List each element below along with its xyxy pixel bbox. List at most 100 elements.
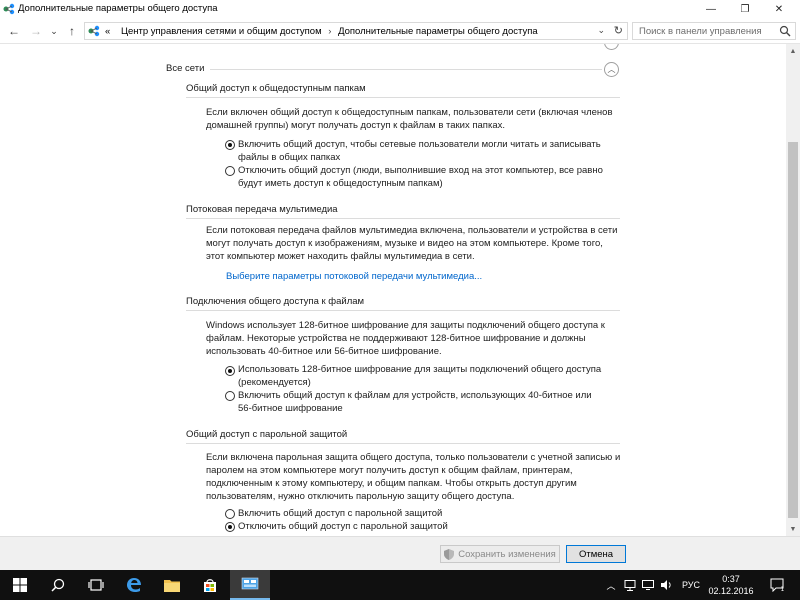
search-button[interactable] bbox=[38, 570, 78, 600]
scroll-down-icon[interactable]: ▼ bbox=[786, 522, 800, 536]
taskbar-store[interactable] bbox=[190, 570, 230, 600]
breadcrumb-item-advanced-sharing[interactable]: Дополнительные параметры общего доступа bbox=[338, 26, 538, 37]
public-folders-disable-label[interactable]: Отключить общий доступ (люди, выполнивши… bbox=[238, 164, 603, 190]
windows-logo-icon bbox=[13, 578, 27, 592]
title-bar: Дополнительные параметры общего доступа … bbox=[0, 0, 800, 18]
chevron-up-icon: ︿ bbox=[606, 580, 616, 591]
search-icon bbox=[51, 578, 65, 592]
address-dropdown-icon[interactable]: ⌄ bbox=[597, 25, 605, 36]
network-icon bbox=[624, 579, 636, 591]
clock-time: 0:37 bbox=[722, 574, 740, 584]
cancel-label: Отмена bbox=[578, 548, 614, 560]
settings-content: Все сети ︿ Общий доступ к общедоступным … bbox=[0, 44, 786, 536]
task-view-icon bbox=[88, 579, 104, 591]
divider bbox=[186, 310, 620, 311]
close-icon: ✕ bbox=[774, 3, 784, 15]
arrow-up-icon: ↑ bbox=[69, 24, 75, 38]
control-panel-icon bbox=[241, 577, 259, 590]
save-changes-label: Сохранить изменения bbox=[458, 548, 556, 560]
chevron-down-icon: ⌄ bbox=[50, 25, 58, 36]
encryption-128-radio[interactable] bbox=[225, 366, 235, 376]
vertical-scrollbar[interactable]: ▲ ▼ bbox=[786, 44, 800, 536]
password-protection-header: Общий доступ с парольной защитой bbox=[186, 429, 348, 440]
speaker-icon bbox=[661, 580, 671, 590]
breadcrumb-item-network-center[interactable]: Центр управления сетями и общим доступом bbox=[121, 26, 322, 37]
cancel-button[interactable]: Отмена bbox=[566, 545, 626, 563]
minimize-button[interactable]: — bbox=[696, 0, 726, 18]
password-protection-enable-label[interactable]: Включить общий доступ с парольной защито… bbox=[238, 507, 442, 520]
folder-icon bbox=[164, 580, 180, 592]
section-title-all-networks: Все сети bbox=[166, 63, 205, 74]
taskbar-control-panel-window[interactable] bbox=[230, 570, 270, 600]
password-protection-disable-label[interactable]: Отключить общий доступ с парольной защит… bbox=[238, 520, 448, 533]
previous-section-collapse-button[interactable] bbox=[604, 44, 619, 50]
search-input[interactable]: Поиск в панели управления bbox=[632, 22, 796, 40]
media-streaming-header: Потоковая передача мультимедиа bbox=[186, 204, 338, 215]
taskbar-file-explorer[interactable] bbox=[152, 570, 192, 600]
search-icon[interactable] bbox=[779, 25, 791, 37]
up-button[interactable]: ↑ bbox=[64, 23, 80, 39]
address-bar[interactable]: « Центр управления сетями и общим доступ… bbox=[84, 22, 628, 40]
scroll-up-icon[interactable]: ▲ bbox=[786, 44, 800, 58]
window-title: Дополнительные параметры общего доступа bbox=[18, 3, 218, 14]
language-indicator[interactable]: РУС bbox=[678, 570, 704, 600]
tray-keyboard[interactable] bbox=[640, 570, 656, 600]
start-button[interactable] bbox=[0, 570, 40, 600]
dialog-footer: Сохранить изменения Отмена bbox=[0, 536, 800, 570]
display-icon bbox=[642, 580, 654, 590]
breadcrumb-separator: › bbox=[328, 26, 332, 37]
action-center-button[interactable]: 1 bbox=[760, 570, 796, 600]
refresh-icon[interactable]: ↻ bbox=[614, 24, 623, 37]
divider bbox=[186, 443, 620, 444]
encryption-40-56-label[interactable]: Включить общий доступ к файлам для устро… bbox=[238, 389, 592, 415]
notifications-icon: 1 bbox=[770, 578, 785, 592]
file-sharing-description: Windows использует 128-битное шифрование… bbox=[206, 320, 605, 357]
clock[interactable]: 0:37 02.12.2016 bbox=[706, 573, 756, 597]
media-streaming-description: Если потоковая передача файлов мультимед… bbox=[206, 225, 618, 262]
maximize-icon: ❐ bbox=[740, 3, 750, 15]
all-networks-collapse-button[interactable]: ︿ bbox=[604, 62, 619, 77]
public-folders-enable-label[interactable]: Включить общий доступ, чтобы сетевые пол… bbox=[238, 138, 601, 164]
tray-volume[interactable] bbox=[658, 570, 676, 600]
divider bbox=[186, 218, 620, 219]
store-icon bbox=[204, 578, 216, 592]
close-button[interactable]: ✕ bbox=[764, 0, 794, 18]
password-protection-description: Если включена парольная защита общего до… bbox=[206, 452, 621, 502]
show-hidden-icons-button[interactable]: ︿ bbox=[604, 570, 618, 600]
scroll-thumb[interactable] bbox=[788, 142, 798, 518]
arrow-right-icon: → bbox=[30, 24, 42, 38]
breadcrumb: « Центр управления сетями и общим доступ… bbox=[105, 26, 538, 37]
tray-network-status[interactable] bbox=[622, 570, 638, 600]
password-protection-disable-radio[interactable] bbox=[225, 522, 235, 532]
navigation-bar: ← → ⌄ ↑ « Центр управления сетями и общи… bbox=[0, 18, 800, 44]
encryption-40-56-radio[interactable] bbox=[225, 391, 235, 401]
taskbar-edge[interactable] bbox=[114, 570, 154, 600]
recent-locations-button[interactable]: ⌄ bbox=[46, 23, 62, 39]
task-view-button[interactable] bbox=[76, 570, 116, 600]
public-folders-enable-radio[interactable] bbox=[225, 140, 235, 150]
divider bbox=[186, 97, 620, 98]
taskbar: ︿ РУС 0:37 02.12.2016 1 bbox=[0, 570, 800, 600]
password-protection-enable-radio[interactable] bbox=[225, 509, 235, 519]
encryption-128-label[interactable]: Использовать 128-битное шифрование для з… bbox=[238, 363, 601, 389]
clock-date: 02.12.2016 bbox=[708, 586, 754, 596]
divider bbox=[210, 69, 602, 70]
media-streaming-options-link[interactable]: Выберите параметры потоковой передачи му… bbox=[226, 271, 482, 282]
breadcrumb-overflow[interactable]: « bbox=[105, 26, 110, 37]
minimize-icon: — bbox=[706, 3, 716, 15]
maximize-button[interactable]: ❐ bbox=[730, 0, 760, 18]
search-placeholder: Поиск в панели управления bbox=[639, 26, 762, 37]
public-folders-disable-radio[interactable] bbox=[225, 166, 235, 176]
back-button[interactable]: ← bbox=[6, 23, 22, 39]
save-changes-button[interactable]: Сохранить изменения bbox=[440, 545, 560, 563]
chevron-up-icon: ︿ bbox=[607, 65, 616, 74]
network-center-icon bbox=[88, 25, 100, 37]
uac-shield-icon bbox=[444, 548, 455, 560]
public-folders-header: Общий доступ к общедоступным папкам bbox=[186, 83, 366, 94]
edge-browser-icon bbox=[127, 578, 141, 592]
network-center-icon bbox=[3, 3, 15, 15]
arrow-left-icon: ← bbox=[8, 24, 20, 38]
file-sharing-header: Подключения общего доступа к файлам bbox=[186, 296, 365, 307]
forward-button[interactable]: → bbox=[28, 23, 44, 39]
public-folders-description: Если включен общий доступ к общедоступны… bbox=[206, 107, 613, 131]
